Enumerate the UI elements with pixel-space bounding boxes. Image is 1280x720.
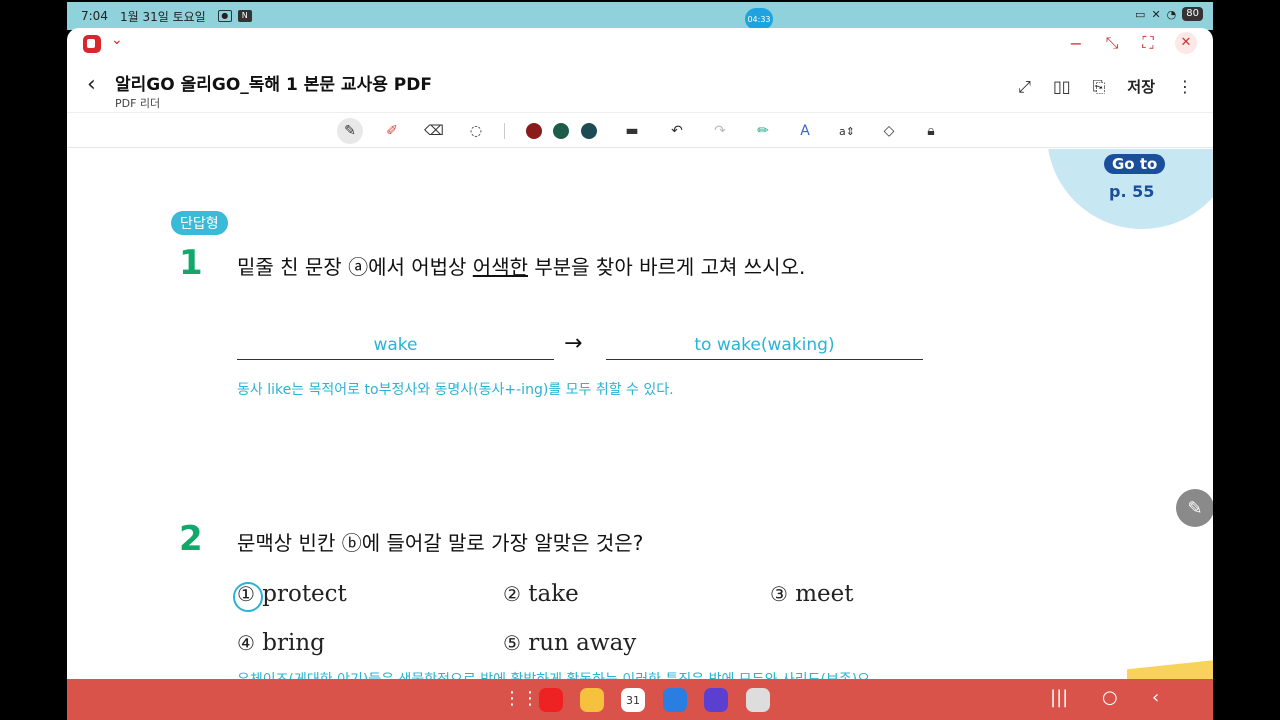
goto-button[interactable]: Go to: [1104, 154, 1166, 174]
app-window: ⌄ − ⤡ ⛶ ✕ ‹ 알리GO 올리GO_독해 1 본문 교사용 PDF PD…: [67, 28, 1213, 679]
app-icon[interactable]: [83, 35, 101, 53]
section-tag: 단답형: [171, 211, 228, 235]
option-2[interactable]: ② take: [503, 581, 579, 607]
option-3-label: meet: [795, 581, 854, 607]
camera-app-icon[interactable]: [746, 688, 770, 712]
question-1-underlined: 어색한: [472, 255, 528, 279]
option-4-num: ④: [237, 631, 255, 655]
page-title: 알리GO 올리GO_독해 1 본문 교사용 PDF: [115, 75, 432, 95]
header-actions: ⤢ ▯▯ ⎘ 저장 ⋮: [1018, 76, 1193, 97]
arrow: →: [564, 331, 583, 356]
highlighter-tool-icon[interactable]: ✐: [379, 118, 405, 144]
question-1-text-b: 부분을 찾아 바르게 고쳐 쓰시오.: [528, 255, 806, 279]
option-4[interactable]: ④ bring: [237, 630, 325, 656]
expand-icon[interactable]: ⤢: [1018, 77, 1031, 97]
home-icon[interactable]: ○: [1102, 687, 1118, 708]
option-5[interactable]: ⑤ run away: [503, 630, 636, 656]
nav-back-icon[interactable]: ‹: [1152, 687, 1159, 708]
goto-page: p. 55: [1109, 182, 1155, 201]
recording-timer[interactable]: 04:33: [745, 8, 773, 30]
close-icon[interactable]: ✕: [1175, 32, 1197, 54]
calendar-app-icon[interactable]: 31: [621, 688, 645, 712]
text-box-icon[interactable]: a⇕: [834, 118, 860, 144]
apps-grid-icon[interactable]: ⋮⋮: [503, 688, 539, 709]
decorative-strip: [1127, 658, 1213, 679]
toolbar-divider: [504, 123, 505, 139]
lock-icon[interactable]: 🔒︎: [918, 118, 944, 144]
line-width-icon[interactable]: ▬: [619, 118, 645, 144]
answer-correct: to wake(waking): [606, 334, 923, 360]
option-4-label: bring: [262, 630, 325, 656]
option-2-label: take: [528, 581, 579, 607]
status-right: ▭ ✕ ◔ 80: [1135, 7, 1203, 21]
question-1-text: 밑줄 친 문장 ⓐ에서 어법상 어색한 부분을 찾아 바르게 고쳐 쓰시오.: [237, 251, 805, 280]
more-options-icon[interactable]: ⋮: [1177, 77, 1193, 96]
recent-apps-icon[interactable]: |||: [1050, 687, 1068, 708]
color-swatch-3[interactable]: [576, 118, 602, 144]
notification-icon: N: [237, 10, 252, 22]
question-2-text: 문맥상 빈칸 ⓑ에 들어갈 말로 가장 알맞은 것은?: [237, 531, 644, 555]
save-button[interactable]: 저장: [1127, 76, 1155, 97]
restore-icon[interactable]: ⤡: [1103, 33, 1121, 53]
pdf-page[interactable]: Go to p. 55 단답형 1 밑줄 친 문장 ⓐ에서 어법상 어색한 부분…: [67, 149, 1213, 679]
option-3[interactable]: ③ meet: [770, 581, 854, 607]
export-icon[interactable]: ⎘: [1093, 77, 1106, 97]
pdf-app-icon[interactable]: [539, 688, 563, 712]
taskbar: ⋮⋮ 31 ||| ○ ‹: [67, 679, 1213, 720]
status-date: 1월 31일 토요일: [119, 9, 206, 24]
question-1-number: 1: [179, 243, 203, 283]
edit-pencil-icon[interactable]: ✎: [1176, 489, 1213, 527]
document-header: ‹ 알리GO 올리GO_독해 1 본문 교사용 PDF PDF 리더 ⤢ ▯▯ …: [67, 60, 1213, 110]
marker-tool-icon[interactable]: ✏: [750, 118, 776, 144]
status-time: 7:04: [81, 9, 108, 23]
cut-off-explanation: 우체이즈(게대한 야기)들은 생물학적으로 밤에 활발하게 활동하는 이러한 특…: [237, 669, 870, 679]
lasso-tool-icon[interactable]: ◌: [463, 118, 489, 144]
explanation: 동사 like는 목적어로 to부정사와 동명사(동사+-ing)를 모두 취할…: [237, 382, 674, 398]
question-1-text-a: 밑줄 친 문장 ⓐ에서 어법상: [237, 255, 473, 279]
window-controls: − ⤡ ⛶ ✕: [1067, 32, 1197, 54]
chevron-down-icon[interactable]: ⌄: [111, 32, 123, 48]
screen-record-icon: ●: [217, 10, 232, 22]
text-style-icon[interactable]: A: [792, 118, 818, 144]
book-view-icon[interactable]: ▯▯: [1053, 77, 1071, 96]
window-bar: ⌄ − ⤡ ⛶ ✕: [67, 28, 1213, 60]
fullscreen-icon[interactable]: ⛶: [1139, 33, 1157, 53]
battery-level: 80: [1182, 7, 1203, 21]
redo-icon[interactable]: ↷: [707, 118, 733, 144]
color-swatch-1[interactable]: [521, 118, 547, 144]
undo-icon[interactable]: ↶: [664, 118, 690, 144]
option-2-num: ②: [503, 582, 521, 606]
browser-app-icon[interactable]: [704, 688, 728, 712]
answer-wrong: wake: [237, 334, 554, 360]
cast-icon: ▭: [1135, 7, 1146, 21]
annotation-toolbar: ✎ ✐ ⌫ ◌ ▬ ↶ ↷ ✏ A a⇕ ◇ 🔒︎: [67, 112, 1213, 148]
option-5-label: run away: [528, 630, 637, 656]
eraser-tool-icon[interactable]: ⌫: [421, 118, 447, 144]
back-icon[interactable]: ‹: [87, 72, 96, 97]
option-1[interactable]: ① protect: [237, 581, 347, 607]
wifi-icon: ◔: [1166, 7, 1177, 21]
shapes-icon[interactable]: ◇: [876, 118, 902, 144]
question-2-number: 2: [179, 519, 203, 559]
page-subtitle: PDF 리더: [115, 97, 161, 110]
option-5-num: ⑤: [503, 631, 521, 655]
status-bar: 7:04 1월 31일 토요일 ● N ▭ ✕ ◔ 80: [67, 2, 1213, 30]
files-app-icon[interactable]: [580, 688, 604, 712]
option-1-num: ①: [237, 582, 255, 606]
minimize-icon[interactable]: −: [1067, 34, 1085, 53]
messages-app-icon[interactable]: [663, 688, 687, 712]
color-swatch-2[interactable]: [548, 118, 574, 144]
option-1-label: protect: [262, 581, 347, 607]
mute-icon: ✕: [1151, 7, 1161, 21]
pen-tool-icon[interactable]: ✎: [337, 118, 363, 144]
option-3-num: ③: [770, 582, 788, 606]
